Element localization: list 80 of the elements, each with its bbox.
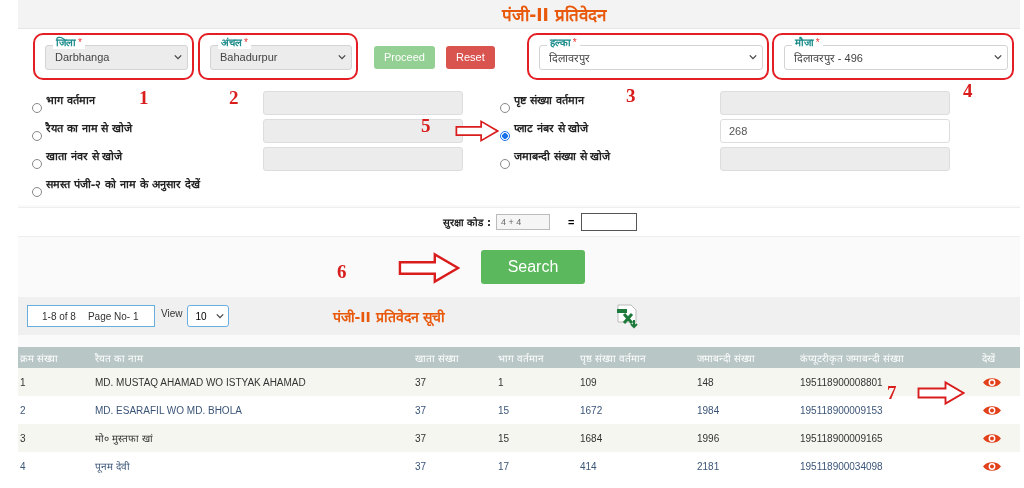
caret-icon xyxy=(174,54,182,60)
column-header: जमाबन्दी संख्या xyxy=(696,351,757,365)
radio-button[interactable] xyxy=(32,131,42,141)
table-cell: 1984 xyxy=(697,404,720,416)
page-number: Page No- 1 xyxy=(87,310,139,322)
table-cell: 195118900009165 xyxy=(800,432,883,444)
annotation-number: 2 xyxy=(229,88,239,108)
table-cell: 3 xyxy=(20,432,26,444)
radio-button[interactable] xyxy=(500,131,510,141)
radio-button[interactable] xyxy=(32,159,42,169)
option-label: प्लाट नंबर से खोजे xyxy=(514,121,589,135)
table-cell: 17 xyxy=(498,460,510,472)
table-cell: 2 xyxy=(20,404,26,416)
view-label: View xyxy=(161,307,183,319)
eye-icon[interactable] xyxy=(982,431,1002,445)
column-header: क्रम संख्या xyxy=(19,351,60,365)
table-cell: 2181 xyxy=(697,460,720,472)
column-header: रैयत का नाम xyxy=(94,351,145,365)
eye-icon[interactable] xyxy=(982,403,1002,417)
option-label: पृष्ट संख्या वर्तमान xyxy=(514,93,584,107)
table-cell: 1684 xyxy=(580,432,603,444)
radio-button[interactable] xyxy=(500,159,510,169)
annotation-number: 1 xyxy=(139,88,149,108)
column-header: पृष्ठ संख्या वर्तमान xyxy=(579,351,648,365)
option-label: समस्त पंजी-२ को नाम के अनुसार देखें xyxy=(46,177,200,191)
eye-icon[interactable] xyxy=(982,459,1002,473)
annotation-arrow xyxy=(398,252,460,284)
reset-button[interactable]: Reset xyxy=(446,45,495,69)
page-size-select[interactable]: 10 xyxy=(186,305,229,327)
table-cell: 37 xyxy=(415,376,427,388)
annotation-arrow xyxy=(455,119,499,143)
table-cell: 37 xyxy=(415,460,427,472)
table-cell: 195118900008801 xyxy=(800,376,883,388)
table-cell: 148 xyxy=(697,376,714,388)
option-label: रैयत का नाम से खोजे xyxy=(46,121,133,135)
radio-button[interactable] xyxy=(32,103,42,113)
table-cell: 4 xyxy=(20,460,26,472)
table-cell: 195118900034098 xyxy=(800,460,883,472)
record-range: 1-8 of 8 xyxy=(42,310,76,322)
annotation-number: 7 xyxy=(887,383,897,403)
caret-icon xyxy=(215,313,224,319)
caret-icon xyxy=(338,54,346,60)
annotation-number: 3 xyxy=(626,86,636,106)
annotation-number: 4 xyxy=(963,81,973,101)
radio-button[interactable] xyxy=(500,103,510,113)
equals-sign: = xyxy=(567,216,575,228)
security-code-label: सुरक्षा कोड : xyxy=(443,215,491,229)
table-cell: 1996 xyxy=(697,432,720,444)
column-header: देखें xyxy=(981,351,997,365)
table-cell: 1 xyxy=(498,376,504,388)
option-label: भाग वर्तमान xyxy=(46,93,95,107)
table-cell: 37 xyxy=(415,404,427,416)
input-field[interactable]: 268 xyxy=(720,119,950,143)
option-label: जमाबन्दी संख्या से खोजे xyxy=(514,149,611,163)
table-cell: पूनम देवी xyxy=(95,461,130,472)
table-cell: 414 xyxy=(580,460,597,472)
annotation-number: 6 xyxy=(337,262,347,282)
list-title: पंजी-II प्रतिवेदन सूची xyxy=(332,307,446,326)
answer-field[interactable] xyxy=(581,213,638,231)
radio-button[interactable] xyxy=(32,187,42,197)
eye-icon[interactable] xyxy=(982,375,1002,389)
table-cell: 1672 xyxy=(580,404,603,416)
annotation-number: 5 xyxy=(421,116,431,136)
table-cell: 15 xyxy=(498,432,510,444)
option-label: खाता नंवर से खोजे xyxy=(46,149,123,163)
column-header: कंप्यूटरीकृत जमाबन्दी संख्या xyxy=(799,351,906,365)
column-header: भाग वर्तमान xyxy=(497,351,546,365)
table-cell: 109 xyxy=(580,376,597,388)
caret-icon xyxy=(748,54,757,60)
page-title: पंजी-II प्रतिवेदन xyxy=(502,3,606,26)
table-cell: MD. MUSTAQ AHAMAD WO ISTYAK AHAMAD xyxy=(95,376,306,388)
captcha-field: 4 + 4 xyxy=(495,214,550,230)
table-cell: 195118900009153 xyxy=(800,404,883,416)
table-cell: 1 xyxy=(20,376,26,388)
table-cell: 15 xyxy=(498,404,510,416)
caret-icon xyxy=(993,54,1002,60)
column-header: खाता संख्या xyxy=(414,351,461,365)
table-cell: MD. ESARAFIL WO MD. BHOLA xyxy=(95,404,242,416)
table-cell: 37 xyxy=(415,432,427,444)
table-cell: मो० मुस्तफा खां xyxy=(95,433,153,444)
